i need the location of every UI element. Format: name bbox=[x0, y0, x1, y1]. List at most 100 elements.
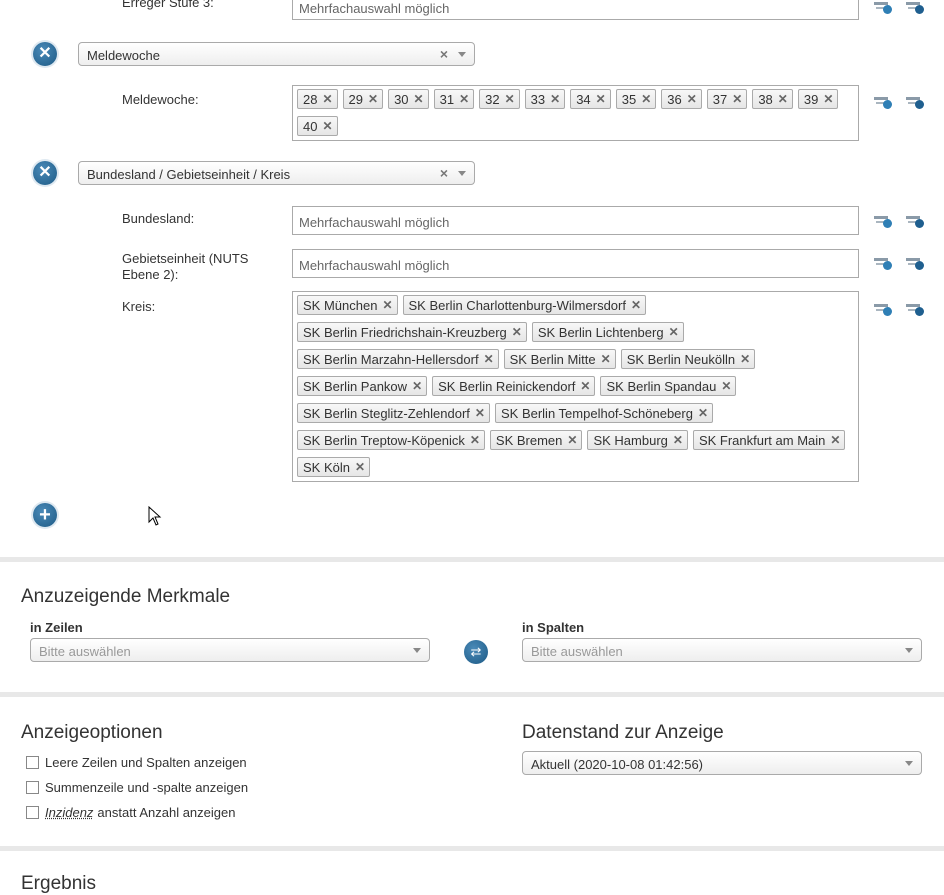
region-group-value: Bundesland / Gebietseinheit / Kreis bbox=[87, 167, 290, 182]
remove-group-region-icon[interactable]: ✕ bbox=[33, 161, 57, 185]
meldewoche-tag-field[interactable]: 28 ✕ 29 ✕ 30 ✕ 31 ✕ 32 ✕ 33 ✕ 34 ✕ 35 ✕ 36 ✕ 37 ✕ 38 ✕ 39 ✕ 40 ✕ bbox=[292, 85, 859, 141]
deselect-all-icon[interactable] bbox=[906, 214, 924, 228]
selected-tag: SK Berlin Charlottenburg-Wilmersdorf ✕ bbox=[403, 295, 647, 315]
selected-tag: 28 ✕ bbox=[297, 89, 338, 109]
remove-tag-icon[interactable]: ✕ bbox=[512, 325, 522, 339]
datenstand-select[interactable]: Aktuell (2020-10-08 01:42:56) bbox=[522, 751, 922, 775]
remove-tag-icon[interactable]: ✕ bbox=[355, 460, 365, 474]
remove-tag-icon[interactable]: ✕ bbox=[669, 325, 679, 339]
selected-tag: SK Berlin Friedrichshain-Kreuzberg ✕ bbox=[297, 322, 527, 342]
region-group-select[interactable]: Bundesland / Gebietseinheit / Kreis × bbox=[78, 161, 475, 185]
cols-placeholder: Bitte auswählen bbox=[531, 644, 623, 659]
select-all-icon[interactable] bbox=[874, 95, 892, 109]
erreger-input[interactable]: Mehrfachauswahl möglich bbox=[292, 0, 859, 20]
remove-tag-icon[interactable]: ✕ bbox=[698, 406, 708, 420]
remove-group-meldewoche-icon[interactable]: ✕ bbox=[33, 42, 57, 66]
deselect-all-icon[interactable] bbox=[906, 95, 924, 109]
option-sum-rows[interactable]: Summenzeile und -spalte anzeigen bbox=[26, 780, 248, 795]
rows-select[interactable]: Bitte auswählen bbox=[30, 638, 430, 662]
tag-label: 33 bbox=[531, 92, 545, 107]
remove-tag-icon[interactable]: ✕ bbox=[830, 433, 840, 447]
gebiet-label-line2: Ebene 2): bbox=[122, 267, 178, 282]
remove-tag-icon[interactable]: ✕ bbox=[631, 298, 641, 312]
remove-tag-icon[interactable]: ✕ bbox=[641, 92, 651, 106]
checkbox[interactable] bbox=[26, 756, 39, 769]
remove-tag-icon[interactable]: ✕ bbox=[368, 92, 378, 106]
mouse-cursor-icon bbox=[148, 506, 162, 526]
chevron-down-icon[interactable] bbox=[458, 171, 466, 176]
remove-tag-icon[interactable]: ✕ bbox=[382, 298, 392, 312]
remove-tag-icon[interactable]: ✕ bbox=[505, 92, 515, 106]
selected-tag: 38 ✕ bbox=[752, 89, 793, 109]
remove-tag-icon[interactable]: ✕ bbox=[580, 379, 590, 393]
remove-tag-icon[interactable]: ✕ bbox=[484, 352, 494, 366]
remove-tag-icon[interactable]: ✕ bbox=[412, 379, 422, 393]
remove-tag-icon[interactable]: ✕ bbox=[721, 379, 731, 393]
selected-tag: SK Berlin Lichtenberg ✕ bbox=[532, 322, 684, 342]
remove-tag-icon[interactable]: ✕ bbox=[550, 92, 560, 106]
clear-icon[interactable]: × bbox=[440, 46, 448, 62]
selected-tag: SK Berlin Marzahn-Hellersdorf ✕ bbox=[297, 349, 499, 369]
remove-tag-icon[interactable]: ✕ bbox=[567, 433, 577, 447]
remove-tag-icon[interactable]: ✕ bbox=[475, 406, 485, 420]
meldewoche-group-select[interactable]: Meldewoche × bbox=[78, 42, 475, 66]
select-all-icon[interactable] bbox=[874, 0, 892, 14]
tag-label: SK Berlin Treptow-Köpenick bbox=[303, 433, 465, 448]
remove-tag-icon[interactable]: ✕ bbox=[322, 119, 332, 133]
bundesland-input[interactable]: Mehrfachauswahl möglich bbox=[292, 206, 859, 235]
deselect-all-icon[interactable] bbox=[906, 302, 924, 316]
kreis-label: Kreis: bbox=[122, 299, 155, 314]
cols-select[interactable]: Bitte auswählen bbox=[522, 638, 922, 662]
tag-label: SK Hamburg bbox=[593, 433, 667, 448]
chevron-down-icon[interactable] bbox=[905, 761, 913, 766]
selected-tag: 40 ✕ bbox=[297, 116, 338, 136]
chevron-down-icon[interactable] bbox=[458, 52, 466, 57]
deselect-all-icon[interactable] bbox=[906, 0, 924, 14]
option-inzidenz[interactable]: Inzidenz anstatt Anzahl anzeigen bbox=[26, 805, 235, 820]
tag-label: SK Berlin Reinickendorf bbox=[438, 379, 575, 394]
select-all-icon[interactable] bbox=[874, 302, 892, 316]
remove-tag-icon[interactable]: ✕ bbox=[414, 92, 424, 106]
remove-tag-icon[interactable]: ✕ bbox=[687, 92, 697, 106]
remove-tag-icon[interactable]: ✕ bbox=[596, 92, 606, 106]
tag-label: SK Berlin Tempelhof-Schöneberg bbox=[501, 406, 693, 421]
chevron-down-icon[interactable] bbox=[905, 648, 913, 653]
tag-label: SK Berlin Neukölln bbox=[627, 352, 735, 367]
option-empty-rows[interactable]: Leere Zeilen und Spalten anzeigen bbox=[26, 755, 247, 770]
remove-tag-icon[interactable]: ✕ bbox=[601, 352, 611, 366]
selected-tag: 30 ✕ bbox=[388, 89, 429, 109]
inzidenz-link[interactable]: Inzidenz bbox=[45, 805, 93, 820]
checkbox[interactable] bbox=[26, 781, 39, 794]
remove-tag-icon[interactable]: ✕ bbox=[778, 92, 788, 106]
tag-label: SK Berlin Spandau bbox=[606, 379, 716, 394]
select-all-icon[interactable] bbox=[874, 256, 892, 270]
chevron-down-icon[interactable] bbox=[413, 648, 421, 653]
tag-label: SK Berlin Steglitz-Zehlendorf bbox=[303, 406, 470, 421]
swap-icon[interactable]: ⇄ bbox=[464, 640, 488, 664]
gebiet-input[interactable]: Mehrfachauswahl möglich bbox=[292, 249, 859, 278]
checkbox[interactable] bbox=[26, 806, 39, 819]
tag-label: SK Berlin Mitte bbox=[510, 352, 596, 367]
remove-tag-icon[interactable]: ✕ bbox=[823, 92, 833, 106]
select-all-icon[interactable] bbox=[874, 214, 892, 228]
selected-tag: SK Berlin Neukölln ✕ bbox=[621, 349, 755, 369]
remove-tag-icon[interactable]: ✕ bbox=[470, 433, 480, 447]
remove-tag-icon[interactable]: ✕ bbox=[459, 92, 469, 106]
clear-icon[interactable]: × bbox=[440, 165, 448, 181]
selected-tag: 33 ✕ bbox=[525, 89, 566, 109]
deselect-all-icon[interactable] bbox=[906, 256, 924, 270]
remove-tag-icon[interactable]: ✕ bbox=[673, 433, 683, 447]
remove-tag-icon[interactable]: ✕ bbox=[740, 352, 750, 366]
section-divider bbox=[0, 557, 944, 562]
erreger-label: Erreger Stufe 3: bbox=[122, 0, 214, 10]
remove-tag-icon[interactable]: ✕ bbox=[322, 92, 332, 106]
selected-tag: 35 ✕ bbox=[616, 89, 657, 109]
tag-label: SK Berlin Pankow bbox=[303, 379, 407, 394]
add-group-icon[interactable]: + bbox=[33, 503, 57, 527]
selected-tag: 36 ✕ bbox=[661, 89, 702, 109]
tag-label: 31 bbox=[440, 92, 454, 107]
remove-tag-icon[interactable]: ✕ bbox=[732, 92, 742, 106]
selected-tag: SK Berlin Pankow ✕ bbox=[297, 376, 427, 396]
kreis-tag-field[interactable]: SK München ✕ SK Berlin Charlottenburg-Wilm… bbox=[292, 291, 859, 482]
tag-label: SK Köln bbox=[303, 460, 350, 475]
